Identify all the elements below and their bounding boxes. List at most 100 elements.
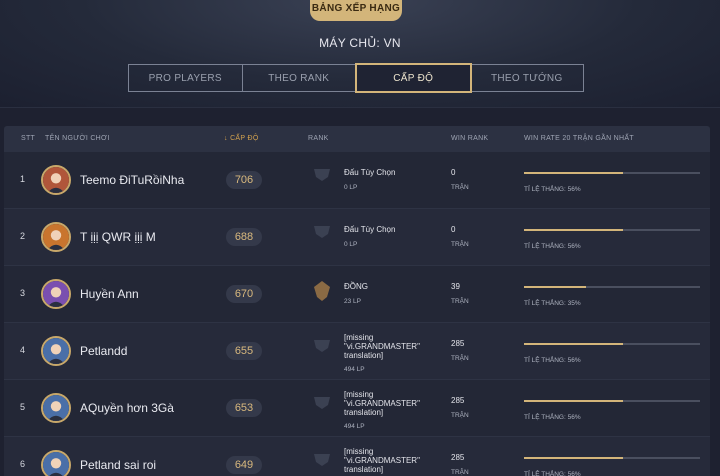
shield-icon <box>314 169 330 181</box>
table-row[interactable]: 6 Petland sai roi 649 [missing "vi.GRAND… <box>4 437 710 476</box>
avatar[interactable] <box>41 336 71 366</box>
row-rank-number: 2 <box>20 231 26 241</box>
tab-by-champion[interactable]: THEO TƯỚNG <box>471 65 584 91</box>
champion-portrait-icon <box>43 395 69 421</box>
avatar[interactable] <box>41 222 71 252</box>
player-level: 649 <box>226 456 262 474</box>
rank-lp: 0 LP <box>344 241 358 248</box>
win-unit: TRẬN <box>451 184 469 191</box>
win-rate-bar <box>524 286 700 288</box>
champion-portrait-icon <box>43 224 69 250</box>
rank-name: ĐỒNG <box>344 282 368 291</box>
win-rate-text: TỈ LỆ THẮNG: 35% <box>524 300 581 307</box>
avatar[interactable] <box>41 450 71 476</box>
leaderboard-badge: BẢNG XẾP HẠNG <box>310 0 402 21</box>
win-rate-bar <box>524 172 700 174</box>
player-level: 653 <box>226 399 262 417</box>
player-level: 655 <box>226 342 262 360</box>
player-name[interactable]: Huyền Ann <box>80 287 139 301</box>
win-unit: TRẬN <box>451 355 469 362</box>
win-rate-text: TỈ LỆ THẮNG: 56% <box>524 414 581 421</box>
win-unit: TRẬN <box>451 298 469 305</box>
rank-lp: 494 LP <box>344 423 365 430</box>
win-count: 0 <box>451 168 456 177</box>
win-unit: TRẬN <box>451 469 469 476</box>
rank-name: Đấu Tùy Chọn <box>344 225 396 234</box>
win-rate-bar <box>524 229 700 231</box>
win-rate-text: TỈ LỆ THẮNG: 56% <box>524 357 581 364</box>
table-body: 1 Teemo ĐiTuRồiNha 706 Đấu Tùy Chọn 0 LP… <box>4 152 710 476</box>
shield-icon <box>314 226 330 238</box>
table-row[interactable]: 1 Teemo ĐiTuRồiNha 706 Đấu Tùy Chọn 0 LP… <box>4 152 710 209</box>
row-rank-number: 3 <box>20 288 26 298</box>
table-row[interactable]: 4 Petlandd 655 [missing "vi.GRANDMASTER"… <box>4 323 710 380</box>
champion-portrait-icon <box>43 167 69 193</box>
win-rate-fill <box>524 172 623 174</box>
row-rank-number: 4 <box>20 345 26 355</box>
hero-banner: BẢNG XẾP HẠNG MÁY CHỦ: VN PRO PLAYERS TH… <box>0 0 720 108</box>
shield-icon <box>314 397 330 409</box>
tab-by-level[interactable]: CẤP ĐỘ <box>355 63 472 93</box>
player-level: 688 <box>226 228 262 246</box>
win-count: 285 <box>451 453 465 462</box>
win-rate-text: TỈ LỆ THẮNG: 56% <box>524 243 581 250</box>
win-unit: TRẬN <box>451 241 469 248</box>
col-level[interactable]: ↓ CẤP ĐỘ <box>224 135 259 142</box>
rank-name: Đấu Tùy Chọn <box>344 168 396 177</box>
win-rate-fill <box>524 343 623 345</box>
rank-name: [missing "vi.GRANDMASTER" translation] <box>344 390 420 417</box>
player-name[interactable]: Teemo ĐiTuRồiNha <box>80 173 184 187</box>
win-rate-bar <box>524 343 700 345</box>
win-rate-text: TỈ LỆ THẮNG: 56% <box>524 471 581 476</box>
row-rank-number: 1 <box>20 174 26 184</box>
win-count: 39 <box>451 282 460 291</box>
player-name[interactable]: Petlandd <box>80 344 127 358</box>
champion-portrait-icon <box>43 452 69 476</box>
player-name[interactable]: AQuyền hơn 3Gà <box>80 401 174 415</box>
row-rank-number: 5 <box>20 402 26 412</box>
rank-name: [missing "vi.GRANDMASTER" translation] <box>344 333 420 360</box>
col-win-rate[interactable]: WIN RATE 20 TRẬN GẦN NHẤT <box>524 135 634 142</box>
col-player[interactable]: TÊN NGƯỜI CHƠI <box>45 135 110 142</box>
table-header: STT TÊN NGƯỜI CHƠI ↓ CẤP ĐỘ RANK WIN RAN… <box>4 126 710 152</box>
server-label: MÁY CHỦ: VN <box>319 36 401 50</box>
col-win-rank[interactable]: WIN RANK <box>451 135 488 142</box>
col-stt: STT <box>21 135 36 142</box>
table-row[interactable]: 5 AQuyền hơn 3Gà 653 [missing "vi.GRANDM… <box>4 380 710 437</box>
leaderboard-tabs: PRO PLAYERS THEO RANK CẤP ĐỘ THEO TƯỚNG <box>128 63 584 93</box>
player-name[interactable]: Petland sai roi <box>80 458 156 472</box>
win-rate-fill <box>524 400 623 402</box>
win-count: 0 <box>451 225 456 234</box>
win-count: 285 <box>451 339 465 348</box>
row-rank-number: 6 <box>20 459 26 469</box>
rank-name: [missing "vi.GRANDMASTER" translation] <box>344 447 420 474</box>
avatar[interactable] <box>41 279 71 309</box>
avatar[interactable] <box>41 393 71 423</box>
avatar[interactable] <box>41 165 71 195</box>
win-rate-fill <box>524 457 623 459</box>
win-unit: TRẬN <box>451 412 469 419</box>
champion-portrait-icon <box>43 338 69 364</box>
win-rate-bar <box>524 400 700 402</box>
shield-icon <box>314 340 330 352</box>
player-level: 670 <box>226 285 262 303</box>
table-row[interactable]: 3 Huyền Ann 670 ĐỒNG 23 LP 39 TRẬN TỈ LỆ… <box>4 266 710 323</box>
player-level: 706 <box>226 171 262 189</box>
win-rate-fill <box>524 286 586 288</box>
win-rate-fill <box>524 229 623 231</box>
rank-lp: 23 LP <box>344 298 361 305</box>
win-rate-text: TỈ LỆ THẮNG: 56% <box>524 186 581 193</box>
win-count: 285 <box>451 396 465 405</box>
shield-icon <box>314 454 330 466</box>
table-row[interactable]: 2 T ịịị QWR ịịị M 688 Đấu Tùy Chọn 0 LP … <box>4 209 710 266</box>
sort-arrow-icon: ↓ <box>224 135 228 142</box>
win-rate-bar <box>524 457 700 459</box>
bronze-emblem-icon <box>314 281 330 301</box>
player-name[interactable]: T ịịị QWR ịịị M <box>80 230 156 244</box>
rank-lp: 0 LP <box>344 184 358 191</box>
col-rank[interactable]: RANK <box>308 135 329 142</box>
tab-pro-players[interactable]: PRO PLAYERS <box>129 65 243 91</box>
champion-portrait-icon <box>43 281 69 307</box>
rank-lp: 494 LP <box>344 366 365 373</box>
tab-by-rank[interactable]: THEO RANK <box>243 65 356 91</box>
